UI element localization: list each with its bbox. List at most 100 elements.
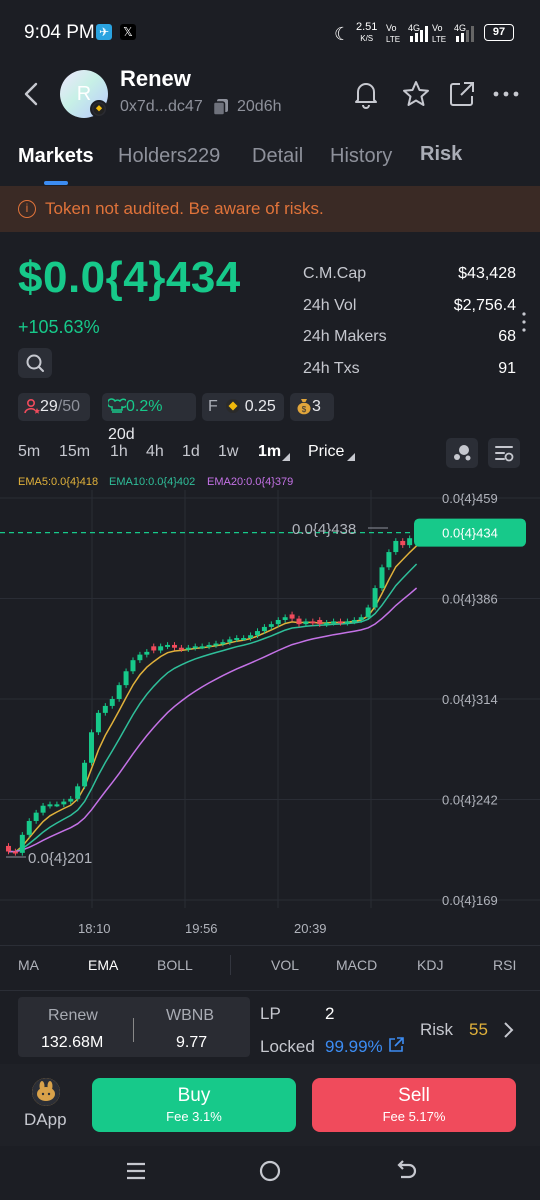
vertical-more-icon[interactable] [522,311,526,333]
ema10-legend: EMA10:0.0{4}402 [109,476,196,488]
candle [172,644,177,648]
holders-chip[interactable]: 29/50 [18,393,90,421]
tf-15m[interactable]: 15m [59,443,90,461]
indicator-macd[interactable]: MACD [336,957,377,973]
chef-hat-icon [106,398,129,413]
pool-token-a: Renew [48,1007,98,1024]
candle [206,644,212,647]
bnb-icon [226,399,241,413]
back-arrow-icon[interactable] [18,80,46,108]
bags-chip[interactable]: $ 3 [290,393,334,421]
svg-text:4G: 4G [454,23,466,33]
svg-text:LTE: LTE [432,35,446,44]
buy-label: Buy [177,1085,211,1106]
locked-value[interactable]: 99.99% [325,1037,383,1057]
candle [393,540,399,553]
x-axis-label-1: 18:10 [78,921,111,936]
f-label: F [208,398,218,415]
candle [47,804,53,807]
bags-count: 3 [312,398,321,415]
pool-amount-a: 132.68M [41,1034,104,1051]
more-icon[interactable] [490,78,522,110]
chart-settings-icon[interactable] [488,438,520,468]
candle [61,801,67,805]
drawing-tool-icon[interactable] [446,438,478,468]
price-change: +105.63% [18,317,100,337]
dapp-icon[interactable] [32,1078,60,1106]
indicator-rsi[interactable]: RSI [493,957,516,973]
stat-label-mcap: C.M.Cap [303,265,367,282]
sell-button[interactable]: Sell Fee 5.17% [312,1078,516,1132]
dev-chip[interactable]: 0.2% 20d [102,393,196,443]
stat-value-txs: 91 [498,360,516,377]
tab-history[interactable]: History [330,145,392,168]
candle [261,626,267,632]
y-axis-label: 0.0{4}242 [442,793,498,808]
candle [379,567,385,589]
recent-apps-icon[interactable] [122,1157,150,1185]
candle [130,660,136,672]
chevron-right-icon[interactable] [501,1020,515,1040]
lp-label: LP [260,1004,281,1023]
active-tab-indicator [44,181,68,185]
net-speed-unit: K/S [360,34,374,43]
candle [123,671,129,686]
locked-label: Locked [260,1037,315,1056]
pool-amount-b: 9.77 [176,1034,208,1051]
candle [165,644,171,647]
tab-markets[interactable]: Markets [18,145,94,168]
dapp-label[interactable]: DApp [24,1110,67,1130]
price-chart[interactable]: 0.0{4}434 0.0{4}438 0.0{4}201 0.0{4}459 0.0… [0,490,540,940]
user-warning-icon [24,398,40,414]
dev-age: 20d [108,426,135,443]
candle [116,685,122,699]
risk-score[interactable]: 55 [469,1020,488,1040]
tf-1m[interactable]: 1m [258,443,281,461]
moon-icon: ☾ [334,24,351,44]
price-mode-selector[interactable]: Price [308,443,344,461]
tf-1h[interactable]: 1h [110,443,128,461]
candle [95,712,101,733]
min-price-marker: 0.0{4}201 [28,850,92,867]
buy-button[interactable]: Buy Fee 3.1% [92,1078,296,1132]
home-icon[interactable] [256,1157,284,1185]
token-address[interactable]: 0x7d...dc47 [120,98,203,116]
tab-holders[interactable]: Holders229 [118,145,220,168]
candle [89,732,94,763]
indicator-kdj[interactable]: KDJ [417,957,443,973]
candle [19,834,25,853]
divider [0,945,540,946]
candle [33,812,39,821]
search-icon[interactable] [18,348,52,378]
sell-fee: Fee 5.17% [382,1109,446,1124]
external-link-icon[interactable] [387,1036,405,1054]
tab-detail[interactable]: Detail [252,145,303,168]
share-icon[interactable] [446,78,478,110]
indicator-ma[interactable]: MA [18,957,39,973]
indicator-ema[interactable]: EMA [88,957,118,973]
svg-text:4G: 4G [408,23,420,33]
stat-value-makers: 68 [498,328,516,345]
copy-icon[interactable] [212,98,230,116]
back-nav-icon[interactable] [392,1157,420,1185]
candle [12,851,18,854]
candle [365,607,371,618]
tab-risk[interactable]: Risk [420,143,462,166]
star-icon[interactable] [400,78,432,110]
indicator-vol[interactable]: VOL [271,957,299,973]
ema20-legend: EMA20:0.0{4}379 [207,476,294,488]
f-chip[interactable]: F 0.25 [202,393,284,421]
candle [82,762,88,787]
tf-1w[interactable]: 1w [218,443,238,461]
candle [255,631,260,636]
battery-icon: 97 [484,24,514,41]
buy-fee: Fee 3.1% [166,1109,222,1124]
tf-5m[interactable]: 5m [18,443,40,461]
candle [192,646,198,649]
tf-1d[interactable]: 1d [182,443,200,461]
candle [109,699,115,706]
tf-4h[interactable]: 4h [146,443,164,461]
risk-label[interactable]: Risk [420,1020,453,1040]
bell-icon[interactable] [350,78,382,110]
indicator-boll[interactable]: BOLL [157,957,193,973]
